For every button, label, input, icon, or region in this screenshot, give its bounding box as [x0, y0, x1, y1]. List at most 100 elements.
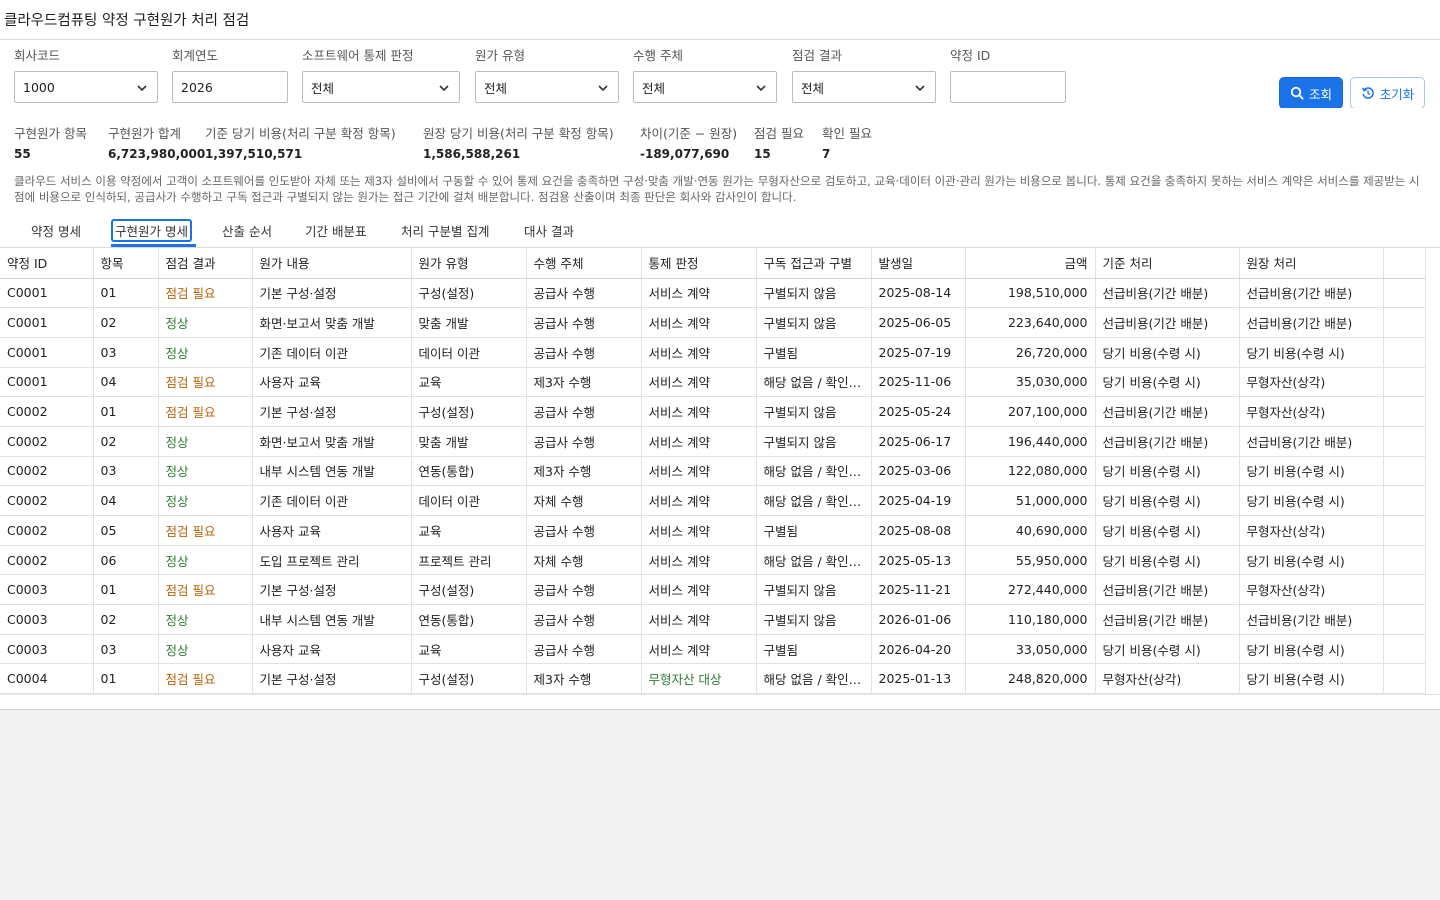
table-cell: 04	[93, 367, 159, 398]
summary-item-count: 구현원가 항목 55	[14, 125, 87, 163]
company-code-label: 회사코드	[14, 48, 61, 63]
table-cell: 2025-11-06	[871, 367, 966, 398]
summary-label: 구현원가 항목	[14, 126, 87, 141]
table-cell: 서비스 계약	[641, 604, 757, 635]
table-cell: 2025-06-17	[871, 426, 966, 457]
column-header[interactable]: 항목	[93, 248, 159, 279]
column-header[interactable]: 기준 처리	[1095, 248, 1240, 279]
result-label: 점검 결과	[792, 48, 842, 63]
column-header[interactable]: 점검 결과	[158, 248, 253, 279]
table-cell: 교육	[411, 515, 527, 546]
summary-value: -189,077,690	[640, 147, 730, 161]
company-code-select[interactable]: 1000	[14, 71, 158, 103]
reset-icon	[1361, 87, 1374, 99]
table-row[interactable]: C0003 03 정상 사용자 교육 교육 공급사 수행 서비스 계약 구별됨 2026-04-…	[0, 634, 1426, 665]
table-cell: 선급비용(기간 배분)	[1095, 604, 1240, 635]
table-cell: 해당 없음 / 확인 필요	[756, 367, 872, 398]
column-header[interactable]: 구독 접근과 구별	[756, 248, 872, 279]
cost-type-select[interactable]: 전체	[475, 71, 619, 103]
table-cell: 기본 구성·설정	[252, 278, 412, 309]
table-cell: 맞춤 개발	[411, 307, 527, 338]
table-row[interactable]: C0003 01 점검 필요 기본 구성·설정 구성(설정) 공급사 수행 서비스 계약 구별…	[0, 574, 1426, 606]
search-button[interactable]: 조회	[1279, 77, 1343, 109]
column-header[interactable]: 약정 ID	[0, 248, 94, 279]
sw-control-value: 전체	[311, 80, 335, 96]
table-row[interactable]: C0002 03 정상 내부 시스템 연동 개발 연동(통합) 제3자 수행 서비스 계약 해…	[0, 456, 1426, 487]
column-header[interactable]: 수행 주체	[526, 248, 642, 279]
table-cell: 무형자산(상각)	[1239, 396, 1384, 427]
table-cell: 정상	[158, 634, 253, 665]
result-select[interactable]: 전체	[792, 71, 936, 103]
table-cell: 무형자산(상각)	[1239, 574, 1384, 606]
table-cell: 02	[93, 604, 159, 635]
sw-control-select[interactable]: 전체	[302, 71, 460, 103]
table-cell: 55,950,000	[965, 545, 1096, 576]
column-header[interactable]: 원가 유형	[411, 248, 527, 279]
table-row[interactable]: C0003 02 정상 내부 시스템 연동 개발 연동(통합) 공급사 수행 서비스 계약 구…	[0, 604, 1426, 635]
performer-select[interactable]: 전체	[633, 71, 777, 103]
table-row[interactable]: C0001 02 정상 화면·보고서 맞춤 개발 맞춤 개발 공급사 수행 서비스 계약 구별…	[0, 307, 1426, 338]
table-cell: 선급비용(기간 배분)	[1095, 278, 1240, 309]
table-cell: 서비스 계약	[641, 485, 757, 516]
table-cell: 198,510,000	[965, 278, 1096, 309]
table-cell-filler	[1383, 307, 1426, 338]
filter-bar: 회사코드 1000 회계연도 2026 소프트웨어 통제 판정 전체 원가 유형…	[0, 40, 1440, 108]
company-code-field: 회사코드 1000	[14, 47, 158, 103]
table-row[interactable]: C0001 04 점검 필요 사용자 교육 교육 제3자 수행 서비스 계약 해당 없음 / …	[0, 367, 1426, 398]
table-cell: 기존 데이터 이관	[252, 485, 412, 516]
table-cell-filler	[1383, 663, 1426, 695]
table-cell: 제3자 수행	[526, 367, 642, 398]
table-cell: 서비스 계약	[641, 278, 757, 309]
tab-period-allocation[interactable]: 기간 배분표	[302, 219, 369, 242]
tab-category-summary[interactable]: 처리 구분별 집계	[398, 219, 492, 242]
table-cell: 선급비용(기간 배분)	[1095, 396, 1240, 427]
table-cell: 기본 구성·설정	[252, 574, 412, 606]
table-cell: 2025-05-13	[871, 545, 966, 576]
table-cell: C0001	[0, 278, 94, 309]
table-row[interactable]: C0001 01 점검 필요 기본 구성·설정 구성(설정) 공급사 수행 서비스 계약 구별…	[0, 278, 1426, 309]
table-cell: 구별됨	[756, 337, 872, 368]
tab-cost-detail[interactable]: 구현원가 명세	[111, 219, 192, 242]
contract-id-input[interactable]	[950, 71, 1066, 103]
performer-value: 전체	[642, 80, 666, 96]
table-row[interactable]: C0002 01 점검 필요 기본 구성·설정 구성(설정) 공급사 수행 서비스 계약 구별…	[0, 396, 1426, 427]
table-cell: 공급사 수행	[526, 634, 642, 665]
table-cell: 점검 필요	[158, 515, 253, 546]
table-cell: 공급사 수행	[526, 307, 642, 338]
tab-reconciliation[interactable]: 대사 결과	[521, 219, 577, 242]
fiscal-year-input[interactable]: 2026	[172, 71, 288, 103]
table-cell: 연동(통합)	[411, 604, 527, 635]
table-cell: 04	[93, 485, 159, 516]
table-cell-filler	[1383, 604, 1426, 635]
summary-label: 차이(기준 − 원장)	[640, 126, 738, 141]
table-body: C0001 01 점검 필요 기본 구성·설정 구성(설정) 공급사 수행 서비스 계약 구별…	[0, 278, 1426, 695]
column-header[interactable]: 금액	[965, 248, 1096, 279]
table-cell: 무형자산(상각)	[1095, 663, 1240, 695]
table-row[interactable]: C0002 02 정상 화면·보고서 맞춤 개발 맞춤 개발 공급사 수행 서비스 계약 구별…	[0, 426, 1426, 457]
table-cell: 서비스 계약	[641, 545, 757, 576]
table-row[interactable]: C0004 01 점검 필요 기본 구성·설정 구성(설정) 제3자 수행 무형자산 대상 해…	[0, 663, 1426, 695]
performer-label: 수행 주체	[633, 48, 683, 63]
table-row[interactable]: C0002 06 정상 도입 프로젝트 관리 프로젝트 관리 자체 수행 서비스 계약 해당 …	[0, 545, 1426, 576]
table-cell: 당기 비용(수령 시)	[1239, 545, 1384, 576]
table-row[interactable]: C0002 04 정상 기존 데이터 이관 데이터 이관 자체 수행 서비스 계약 해당 없음…	[0, 485, 1426, 516]
sw-control-field: 소프트웨어 통제 판정 전체	[302, 47, 460, 103]
tab-contract-detail[interactable]: 약정 명세	[28, 219, 84, 242]
table-cell: 교육	[411, 367, 527, 398]
reset-button[interactable]: 초기화	[1350, 77, 1425, 109]
table-cell: 당기 비용(수령 시)	[1239, 485, 1384, 516]
table-cell: 51,000,000	[965, 485, 1096, 516]
table-row[interactable]: C0002 05 점검 필요 사용자 교육 교육 공급사 수행 서비스 계약 구별됨 2025-…	[0, 515, 1426, 546]
column-header[interactable]: 발생일	[871, 248, 966, 279]
column-header[interactable]: 통제 판정	[641, 248, 757, 279]
table-cell: C0002	[0, 426, 94, 457]
tab-calc-order[interactable]: 산출 순서	[219, 219, 275, 242]
table-row[interactable]: C0001 03 정상 기존 데이터 이관 데이터 이관 공급사 수행 서비스 계약 구별됨 2…	[0, 337, 1426, 368]
table-cell: 선급비용(기간 배분)	[1095, 574, 1240, 606]
column-header[interactable]: 원가 내용	[252, 248, 412, 279]
vertical-scrollbar[interactable]	[1425, 248, 1440, 695]
horizontal-scrollbar[interactable]	[0, 694, 1440, 709]
table-cell: 구성(설정)	[411, 396, 527, 427]
column-header[interactable]: 원장 처리	[1239, 248, 1384, 279]
table-cell: 정상	[158, 485, 253, 516]
